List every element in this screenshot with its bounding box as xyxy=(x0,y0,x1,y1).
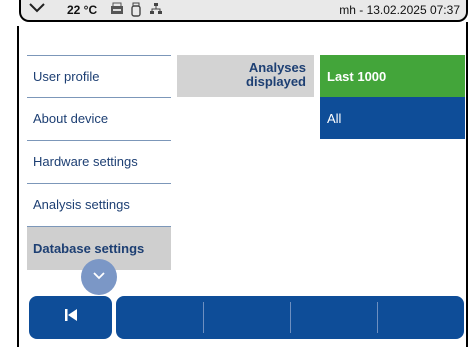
menu-item-label: Hardware settings xyxy=(33,154,138,169)
analyses-displayed-label: Analyses displayed xyxy=(177,55,314,97)
menu-item-about-device[interactable]: About device xyxy=(27,97,171,139)
printer-icon xyxy=(109,2,125,19)
menu-item-label: User profile xyxy=(33,69,100,84)
menu-item-hardware-settings[interactable]: Hardware settings xyxy=(27,140,171,182)
menu-item-user-profile[interactable]: User profile xyxy=(27,55,171,97)
label-line-2: displayed xyxy=(246,74,306,89)
option-last-1000[interactable]: Last 1000 xyxy=(320,55,465,97)
menu-item-label: About device xyxy=(33,111,109,126)
chevron-down-icon xyxy=(91,268,107,286)
usb-icon xyxy=(131,2,141,21)
back-button[interactable] xyxy=(29,296,112,339)
option-label: Last 1000 xyxy=(327,68,387,84)
option-all[interactable]: All xyxy=(320,97,465,139)
temperature-readout: 22 °C xyxy=(67,3,98,17)
frame-border-left xyxy=(17,26,19,347)
softkey-1[interactable] xyxy=(116,296,203,339)
user-datetime: mh - 13.02.2025 07:37 xyxy=(339,3,460,17)
softkey-bar xyxy=(116,296,464,339)
option-label: All xyxy=(327,110,342,126)
menu-item-analysis-settings[interactable]: Analysis settings xyxy=(27,183,171,225)
softkey-2[interactable] xyxy=(204,296,290,339)
menu-item-label: Analysis settings xyxy=(33,197,130,212)
chevron-down-icon[interactable] xyxy=(27,1,47,18)
softkey-3[interactable] xyxy=(291,296,377,339)
softkey-4[interactable] xyxy=(378,296,464,339)
network-icon xyxy=(149,2,163,19)
status-bar: 22 °C mh - 13.02.2025 07:37 xyxy=(19,0,468,22)
label-line-1: Analyses xyxy=(248,60,306,75)
frame-border-right xyxy=(466,22,468,347)
skip-back-icon xyxy=(63,307,79,328)
menu-item-label: Database settings xyxy=(33,241,145,256)
scroll-down-button[interactable] xyxy=(81,259,117,295)
